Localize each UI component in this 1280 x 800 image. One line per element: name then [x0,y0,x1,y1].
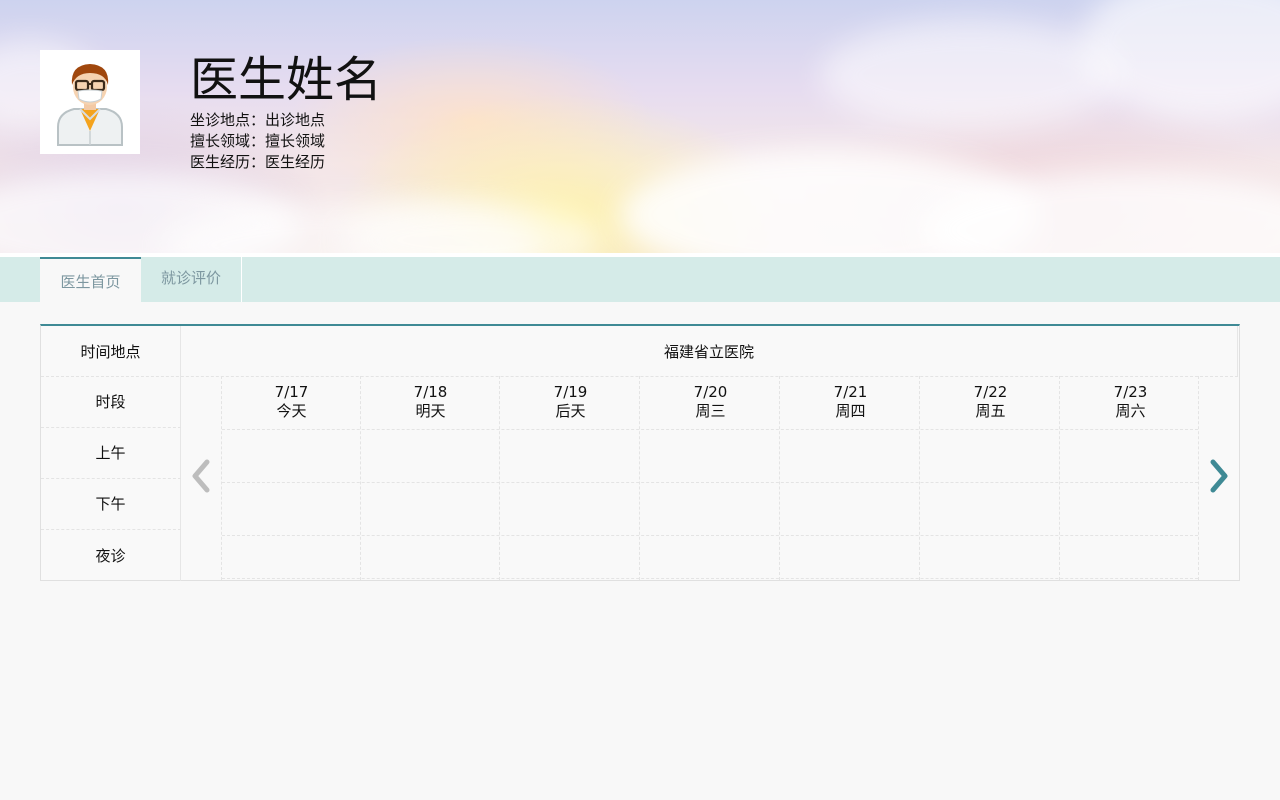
schedule-slot[interactable] [919,479,1058,528]
day-weekday: 今天 [276,402,307,420]
info-label: 坐诊地点： [190,111,266,129]
day-column-header: 7/21 周四 [781,376,920,428]
day-weekday: 周六 [1115,402,1146,420]
day-weekday: 明天 [415,402,446,420]
schedule-slot[interactable] [501,529,640,578]
schedule-slot[interactable] [780,430,919,479]
info-specialty: 擅长领域： 擅长领域 [190,131,325,152]
chevron-right-icon [1210,459,1228,493]
info-experience: 医生经历： 医生经历 [190,152,325,173]
schedule-slot[interactable] [640,430,779,479]
day-date: 7/20 [693,383,728,401]
schedule-slot[interactable] [919,430,1058,479]
day-weekday: 周三 [695,402,726,420]
schedule-slot[interactable] [919,529,1058,578]
day-date: 7/19 [553,383,588,401]
info-value: 出诊地点 [265,111,326,129]
day-date: 7/21 [833,383,868,401]
day-weekday: 后天 [555,402,586,420]
doctor-avatar [40,50,140,154]
schedule-header-label: 时间地点 [41,326,181,376]
schedule-slot[interactable] [222,430,361,479]
info-label: 擅长领域： [190,132,266,150]
doctor-name: 医生姓名 [190,52,383,108]
period-night: 夜诊 [41,529,181,581]
schedule-slot[interactable] [640,529,779,578]
schedule-slot[interactable] [222,479,361,528]
day-column-header: 7/17 今天 [222,376,361,428]
info-value: 医生经历 [265,153,326,171]
tab-bar: 医生首页 就诊评价 [0,257,1280,302]
next-week-button[interactable] [1207,456,1231,496]
day-column-header: 7/20 周三 [641,376,780,428]
day-weekday: 周四 [835,402,866,420]
day-column-header: 7/18 明天 [361,376,500,428]
day-date: 7/22 [973,383,1008,401]
day-date: 7/18 [413,383,448,401]
tab-visit-reviews[interactable]: 就诊评价 [141,257,242,302]
prev-week-button[interactable] [189,456,213,496]
schedule-slot[interactable] [501,479,640,528]
info-value: 擅长领域 [265,132,326,150]
day-date: 7/23 [1113,383,1148,401]
doctor-info: 坐诊地点： 出诊地点 擅长领域： 擅长领域 医生经历： 医生经历 [190,110,325,173]
day-weekday: 周五 [975,402,1006,420]
schedule-slot[interactable] [361,529,500,578]
schedule-slot[interactable] [222,529,361,578]
schedule-table: 时间地点 时段 上午 下午 夜诊 福建省立医院 7/17 今天 7/18 明天 … [40,324,1240,581]
info-label: 医生经历： [190,153,266,171]
chevron-left-icon [192,459,210,493]
info-location: 坐诊地点： 出诊地点 [190,110,325,131]
hospital-name: 福建省立医院 [181,326,1238,376]
schedule-slot[interactable] [361,479,500,528]
period-afternoon: 下午 [41,478,181,529]
schedule-slot[interactable] [780,479,919,528]
doctor-avatar-icon [57,64,123,146]
schedule-slot[interactable] [1059,529,1198,578]
period-header: 时段 [41,376,181,427]
schedule-slots-grid [222,430,1198,578]
schedule-slot[interactable] [780,529,919,578]
header-banner: 医生姓名 坐诊地点： 出诊地点 擅长领域： 擅长领域 医生经历： 医生经历 [0,0,1280,253]
schedule-slot[interactable] [361,430,500,479]
tab-doctor-home[interactable]: 医生首页 [40,257,141,302]
schedule-slot[interactable] [1059,479,1198,528]
schedule-slot[interactable] [640,479,779,528]
day-column-header: 7/19 后天 [501,376,640,428]
day-column-header: 7/23 周六 [1061,376,1200,428]
period-morning: 上午 [41,427,181,478]
day-date: 7/17 [274,383,309,401]
day-column-header: 7/22 周五 [921,376,1060,428]
schedule-slot[interactable] [1059,430,1198,479]
schedule-slot[interactable] [501,430,640,479]
